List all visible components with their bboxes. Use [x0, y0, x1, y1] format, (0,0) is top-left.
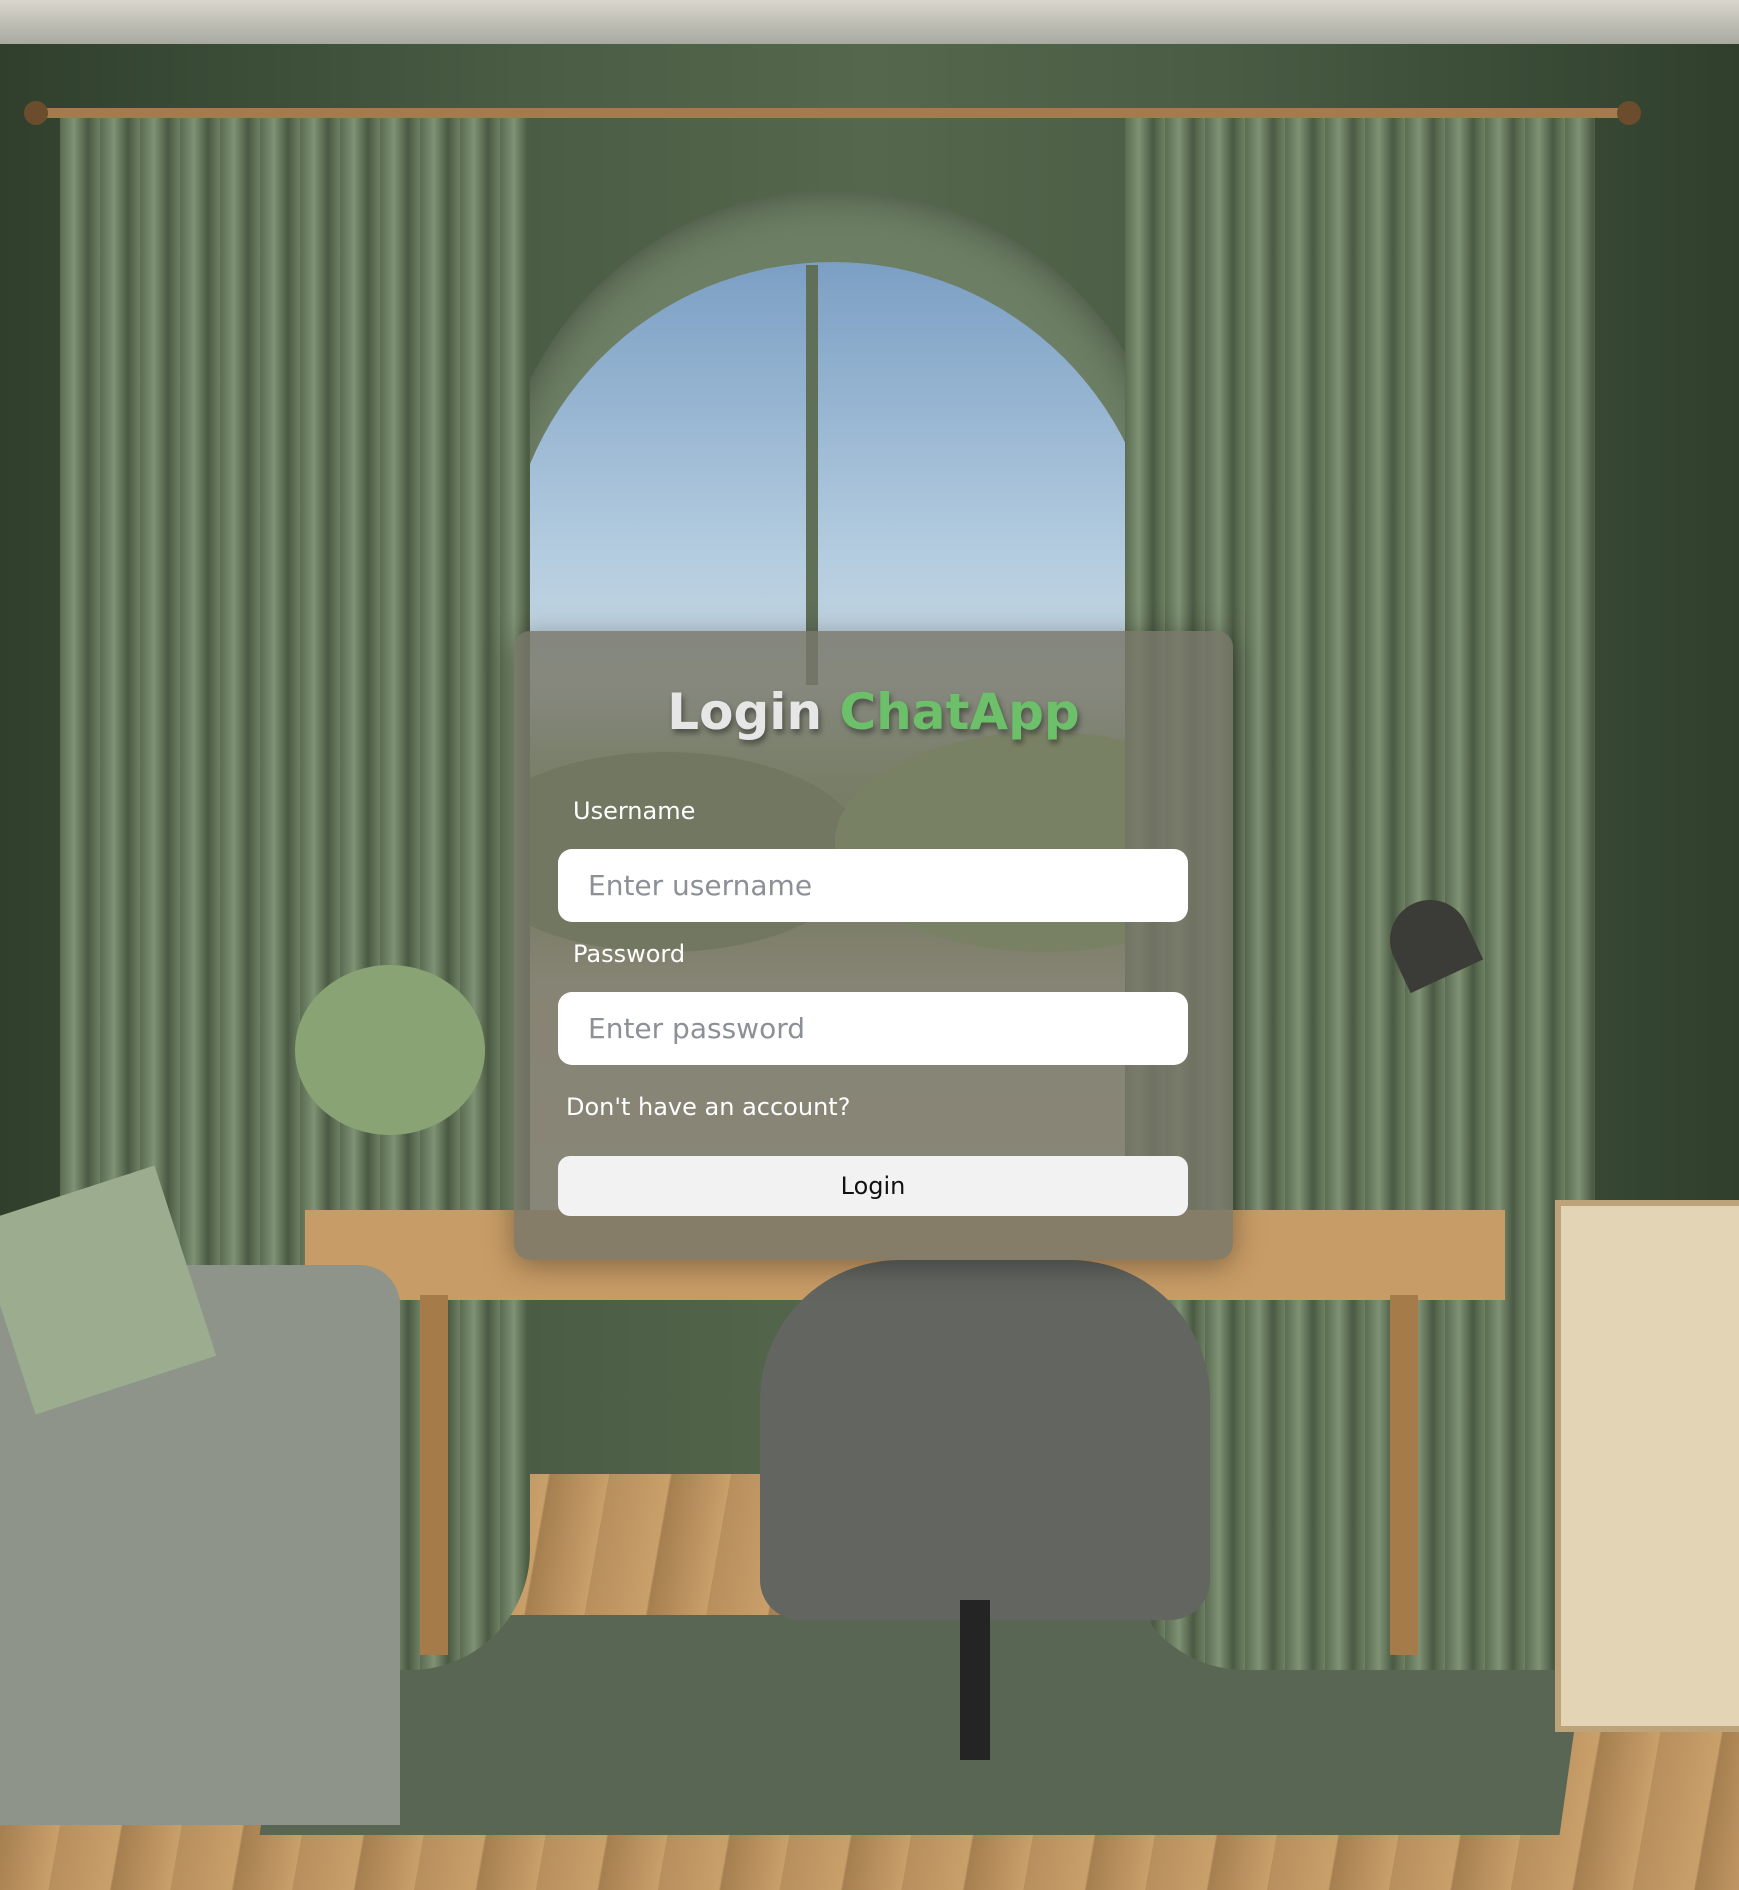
curtain-rod-finial [24, 101, 48, 125]
login-button[interactable]: Login [558, 1156, 1188, 1216]
window-mullion [806, 265, 818, 685]
title-prefix: Login [667, 683, 823, 741]
password-input[interactable] [558, 992, 1188, 1065]
page-title: Login ChatApp [514, 683, 1233, 741]
dresser [1555, 1200, 1739, 1732]
login-card: Login ChatApp Username Password Don't ha… [514, 631, 1233, 1260]
ceiling [0, 0, 1739, 44]
curtain-rod-finial [1617, 101, 1641, 125]
signup-link[interactable]: Don't have an account? [566, 1093, 850, 1121]
password-label: Password [573, 940, 686, 968]
potted-plant [295, 965, 485, 1135]
office-chair [760, 1260, 1210, 1620]
desk-leg [1390, 1295, 1418, 1655]
chair-base [960, 1600, 990, 1760]
username-input[interactable] [558, 849, 1188, 922]
username-label: Username [573, 797, 696, 825]
desk-leg [420, 1295, 448, 1655]
curtain-rod [28, 108, 1638, 118]
title-brand: ChatApp [839, 683, 1080, 741]
